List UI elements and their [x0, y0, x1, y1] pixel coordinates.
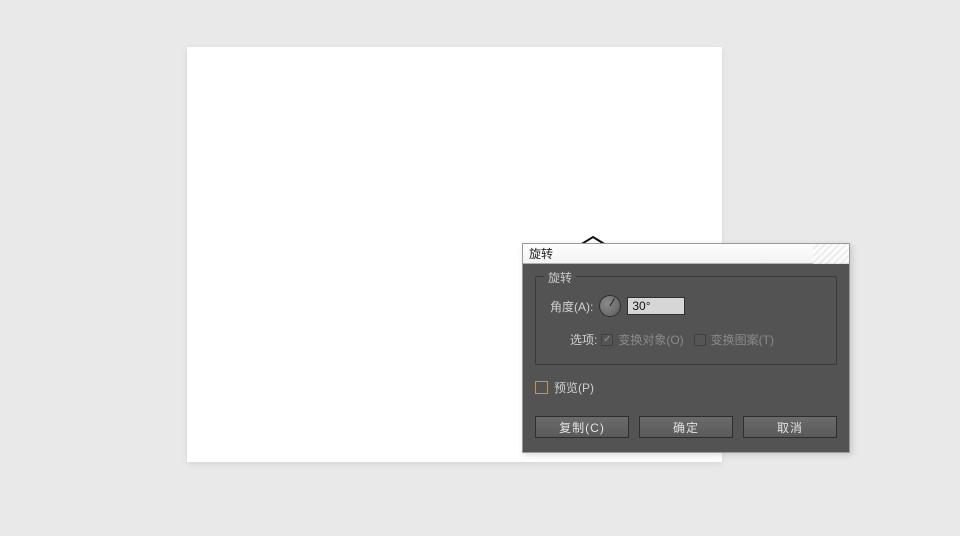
ok-button[interactable]: 确定: [639, 416, 733, 438]
rotate-dialog: 旋转 旋转 角度(A): 选项: ✓ 变换对象(O) 变换图案(T): [522, 243, 850, 453]
checkbox-icon: [535, 381, 548, 394]
angle-input[interactable]: [627, 297, 685, 315]
transform-object-checkbox[interactable]: ✓ 变换对象(O): [601, 331, 683, 348]
transform-pattern-label: 变换图案(T): [711, 331, 774, 348]
angle-label: 角度(A):: [550, 298, 593, 315]
transform-object-label: 变换对象(O): [618, 331, 683, 348]
checkbox-icon: ✓: [601, 334, 613, 346]
dialog-titlebar[interactable]: 旋转: [523, 244, 849, 264]
dialog-title: 旋转: [529, 245, 553, 262]
preview-checkbox[interactable]: 预览(P): [535, 379, 837, 396]
preview-label: 预览(P): [554, 379, 594, 396]
checkbox-icon: [694, 334, 706, 346]
button-row: 复制(C) 确定 取消: [535, 416, 837, 438]
dialog-grip-icon: [813, 244, 849, 264]
copy-button[interactable]: 复制(C): [535, 416, 629, 438]
transform-pattern-checkbox[interactable]: 变换图案(T): [694, 331, 774, 348]
cancel-button[interactable]: 取消: [743, 416, 837, 438]
angle-dial-icon[interactable]: [599, 295, 621, 317]
options-row: 选项: ✓ 变换对象(O) 变换图案(T): [550, 331, 822, 348]
rotate-fieldset: 旋转 角度(A): 选项: ✓ 变换对象(O) 变换图案(T): [535, 276, 837, 365]
options-label: 选项:: [570, 331, 597, 348]
dialog-body: 旋转 角度(A): 选项: ✓ 变换对象(O) 变换图案(T) 预: [523, 264, 849, 452]
fieldset-legend: 旋转: [544, 269, 576, 286]
angle-row: 角度(A):: [550, 295, 822, 317]
